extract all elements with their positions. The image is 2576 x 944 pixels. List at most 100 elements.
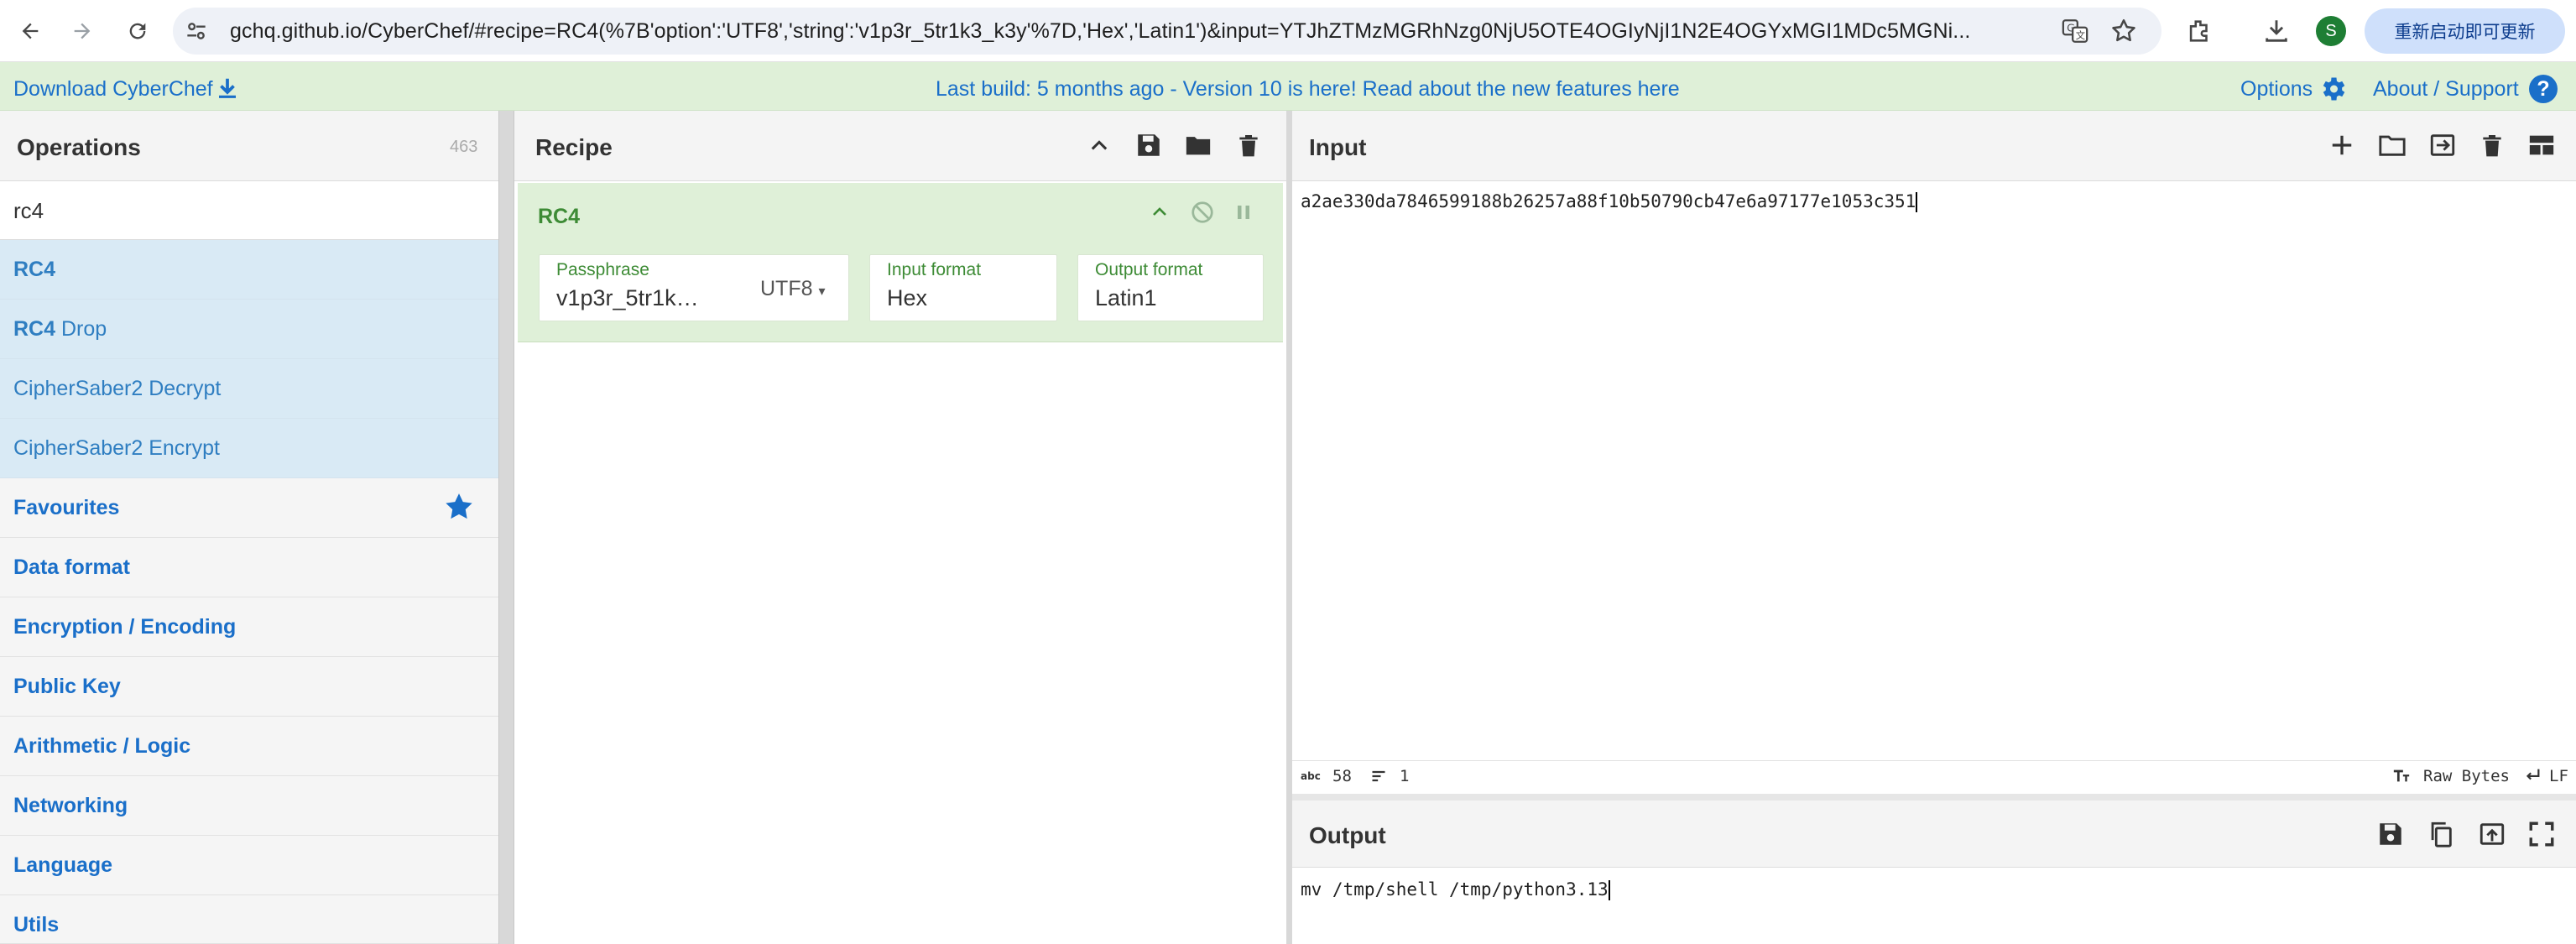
profile-avatar[interactable]: S: [2316, 16, 2346, 46]
category-label: Language: [13, 853, 113, 877]
clear-recipe-icon[interactable]: [1235, 130, 1262, 160]
reload-button[interactable]: [117, 11, 158, 51]
gear-icon[interactable]: [2318, 74, 2348, 104]
operation-label-rest: Drop: [55, 317, 107, 341]
input-format-value: Hex: [887, 285, 928, 310]
category-label: Data format: [13, 555, 130, 579]
category-language[interactable]: Language: [0, 836, 498, 895]
collapse-operation-icon[interactable]: [1150, 202, 1170, 222]
text-encoding-label[interactable]: Raw Bytes: [2423, 767, 2510, 785]
back-button[interactable]: [10, 11, 50, 51]
svg-text:文: 文: [2076, 29, 2085, 41]
operation-label: CipherSaber2 Encrypt: [13, 436, 220, 460]
passphrase-label: Passphrase: [556, 260, 649, 279]
recipe-operation-title: RC4: [538, 205, 581, 228]
operation-item-rc4[interactable]: RC4: [0, 240, 498, 300]
save-recipe-icon[interactable]: [1134, 131, 1163, 159]
category-public-key[interactable]: Public Key: [0, 657, 498, 717]
category-label: Public Key: [13, 675, 121, 698]
add-tab-icon[interactable]: [2329, 133, 2354, 158]
forward-button[interactable]: [62, 11, 102, 51]
category-favourites[interactable]: Favourites: [0, 478, 498, 538]
category-data-format[interactable]: Data format: [0, 538, 498, 597]
layout-icon[interactable]: [2526, 131, 2558, 159]
output-text: mv /tmp/shell /tmp/python3.13: [1301, 879, 1609, 900]
category-arithmetic-logic[interactable]: Arithmetic / Logic: [0, 717, 498, 776]
operations-count: 463: [450, 138, 478, 156]
download-icon[interactable]: [215, 76, 240, 101]
output-title: Output: [1309, 822, 1386, 848]
download-icon[interactable]: [2262, 17, 2291, 45]
arrow-right-icon: [74, 23, 91, 39]
operations-resize-handle[interactable]: [498, 111, 514, 944]
category-label: Favourites: [13, 496, 120, 519]
relaunch-update-button[interactable]: 重新启动即可更新: [2365, 8, 2565, 54]
encoding-value: UTF8: [760, 277, 813, 300]
save-output-icon[interactable]: [2376, 820, 2405, 848]
star-icon: [443, 491, 475, 523]
output-textarea[interactable]: mv /tmp/shell /tmp/python3.13: [1301, 879, 2559, 900]
input-title: Input: [1309, 134, 1367, 160]
category-label: Utils: [13, 913, 60, 936]
recipe-header: [514, 111, 1286, 181]
open-folder-icon[interactable]: [2376, 131, 2408, 159]
disable-operation-icon[interactable]: [1190, 200, 1215, 225]
search-value: rc4: [13, 198, 44, 223]
clear-input-icon[interactable]: [2479, 130, 2506, 160]
output-format-value: Latin1: [1095, 285, 1157, 310]
operation-label-match: RC4: [13, 317, 56, 341]
line-count: 1: [1400, 767, 1410, 785]
maximise-output-icon[interactable]: [2527, 820, 2556, 848]
operation-item-ciphersaber2-decrypt[interactable]: CipherSaber2 Decrypt: [0, 359, 498, 419]
line-ending-icon[interactable]: [2522, 766, 2542, 785]
operations-title: Operations: [17, 134, 141, 160]
passphrase-value[interactable]: v1p3r_5tr1k…: [556, 285, 699, 311]
category-networking[interactable]: Networking: [0, 776, 498, 836]
url-text[interactable]: gchq.github.io/CyberChef/#recipe=RC4(%7B…: [230, 8, 2042, 55]
character-count-icon: abc: [1301, 770, 1321, 782]
text-cursor: [1608, 880, 1610, 900]
input-format-label: Input format: [887, 260, 982, 279]
category-label: Encryption / Encoding: [13, 615, 237, 639]
text-encoding-icon[interactable]: [2391, 766, 2412, 785]
text-cursor: [1916, 192, 1918, 212]
input-text: a2ae330da7846599188b26257a88f10b50790cb4…: [1301, 191, 1916, 211]
operation-item-rc4-drop[interactable]: RC4 Drop: [0, 300, 498, 359]
recipe-title: Recipe: [535, 134, 613, 160]
load-recipe-icon[interactable]: [1183, 131, 1213, 159]
download-cyberchef-link[interactable]: Download CyberChef: [13, 77, 213, 102]
character-count: 58: [1332, 767, 1352, 785]
arrow-left-icon: [22, 23, 39, 39]
operation-label: RC4: [13, 258, 56, 281]
replace-input-icon[interactable]: [2477, 820, 2507, 848]
options-link[interactable]: Options: [2240, 77, 2313, 102]
io-resize-handle[interactable]: [1292, 794, 2576, 801]
line-count-icon: [1369, 768, 1388, 785]
site-info-icon[interactable]: [183, 18, 210, 44]
load-file-icon[interactable]: [2427, 131, 2459, 159]
copy-output-icon[interactable]: [2427, 819, 2455, 849]
category-utils[interactable]: Utils: [0, 895, 498, 944]
input-status-bar: [1292, 760, 2576, 794]
build-info-link[interactable]: Last build: 5 months ago - Version 10 is…: [936, 77, 1680, 102]
recipe-resize-handle[interactable]: [1286, 111, 1292, 944]
category-encryption-encoding[interactable]: Encryption / Encoding: [0, 597, 498, 657]
operation-item-ciphersaber2-encrypt[interactable]: CipherSaber2 Encrypt: [0, 419, 498, 478]
category-label: Networking: [13, 794, 128, 817]
input-textarea[interactable]: a2ae330da7846599188b26257a88f10b50790cb4…: [1301, 191, 2559, 212]
breakpoint-pause-icon[interactable]: [1233, 201, 1254, 223]
passphrase-encoding-dropdown[interactable]: UTF8 ▾: [760, 277, 825, 301]
collapse-all-icon[interactable]: [1087, 134, 1111, 158]
line-ending-label[interactable]: LF: [2549, 767, 2568, 785]
help-icon[interactable]: ?: [2529, 75, 2558, 103]
output-format-label: Output format: [1095, 260, 1203, 279]
translate-icon[interactable]: G文: [2061, 17, 2089, 45]
caret-down-icon: ▾: [818, 284, 826, 299]
about-support-link[interactable]: About / Support: [2373, 77, 2519, 102]
extensions-icon[interactable]: [2185, 17, 2214, 45]
operation-label: CipherSaber2 Decrypt: [13, 377, 222, 400]
reload-icon: [129, 23, 146, 39]
bookmark-star-icon[interactable]: [2109, 17, 2138, 45]
category-label: Arithmetic / Logic: [13, 734, 191, 758]
operations-search-input[interactable]: rc4: [0, 181, 498, 240]
